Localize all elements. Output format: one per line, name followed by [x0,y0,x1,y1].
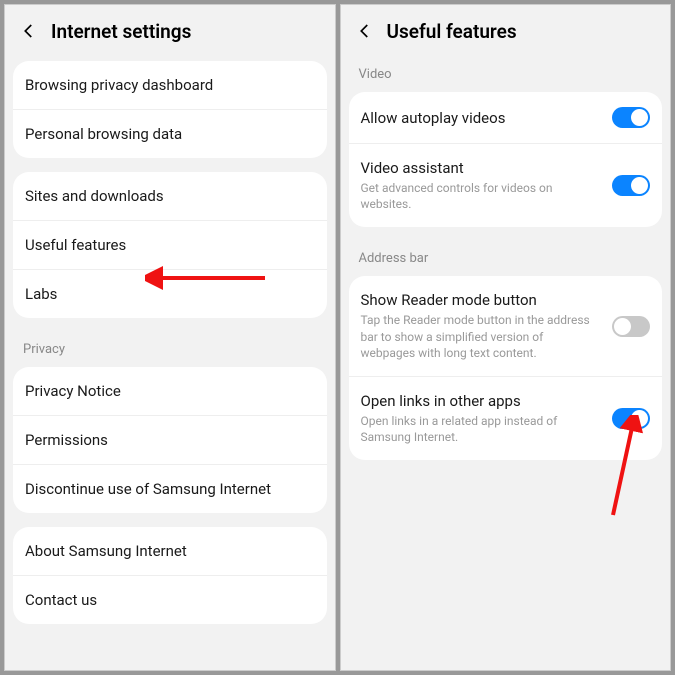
row-contact-us[interactable]: Contact us [13,576,327,624]
row-discontinue-use[interactable]: Discontinue use of Samsung Internet [13,465,327,513]
row-browsing-privacy-dashboard[interactable]: Browsing privacy dashboard [13,61,327,110]
row-privacy-notice[interactable]: Privacy Notice [13,367,327,416]
section-address-bar-label: Address bar [341,241,671,272]
page-title: Internet settings [51,20,191,43]
toggle-allow-autoplay[interactable] [612,107,650,128]
row-video-assistant[interactable]: Video assistant Get advanced controls fo… [349,144,663,227]
page-title: Useful features [387,20,517,43]
row-personal-browsing-data[interactable]: Personal browsing data [13,110,327,158]
section-video-label: Video [341,57,671,88]
row-show-reader-mode[interactable]: Show Reader mode button Tap the Reader m… [349,276,663,377]
header: Internet settings [5,5,335,57]
back-icon[interactable] [17,19,41,43]
row-allow-autoplay-videos[interactable]: Allow autoplay videos [349,92,663,144]
row-useful-features[interactable]: Useful features [13,221,327,270]
back-icon[interactable] [353,19,377,43]
toggle-open-links-other-apps[interactable] [612,408,650,429]
row-labs[interactable]: Labs [13,270,327,318]
features-list: Video Allow autoplay videos Video assist… [341,57,671,670]
screen-internet-settings: Internet settings Browsing privacy dashb… [4,4,336,671]
row-permissions[interactable]: Permissions [13,416,327,465]
row-about-samsung-internet[interactable]: About Samsung Internet [13,527,327,576]
settings-list: Browsing privacy dashboard Personal brow… [5,57,335,670]
row-sites-and-downloads[interactable]: Sites and downloads [13,172,327,221]
toggle-show-reader-mode[interactable] [612,316,650,337]
toggle-video-assistant[interactable] [612,175,650,196]
section-privacy-label: Privacy [5,332,335,363]
header: Useful features [341,5,671,57]
screen-useful-features: Useful features Video Allow autoplay vid… [340,4,672,671]
row-open-links-other-apps[interactable]: Open links in other apps Open links in a… [349,377,663,460]
